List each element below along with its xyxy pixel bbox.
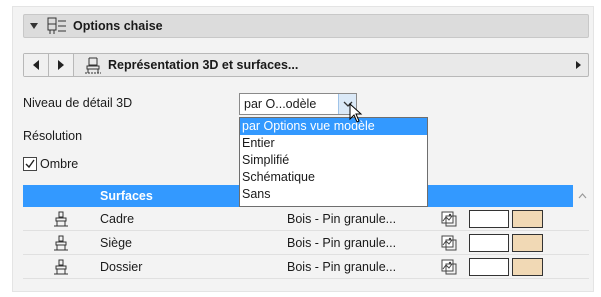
texture-map-icon[interactable] xyxy=(441,211,457,227)
surface-name: Dossier xyxy=(100,259,143,274)
surface-material[interactable]: Bois - Pin granule... xyxy=(287,212,396,226)
table-row[interactable]: Cadre Bois - Pin granule... xyxy=(23,207,589,231)
table-row[interactable]: Dossier Bois - Pin granule... xyxy=(23,255,589,279)
lod-option[interactable]: Entier xyxy=(240,135,427,152)
shadow-label: Ombre xyxy=(40,157,79,171)
lod-option[interactable]: par Options vue modèle xyxy=(240,118,427,135)
pen-color-swatch[interactable] xyxy=(469,258,509,276)
lod-label: Niveau de détail 3D xyxy=(23,96,133,110)
brush-icon xyxy=(54,211,68,227)
prev-page-button[interactable] xyxy=(24,54,49,76)
lod-option[interactable]: Simplifié xyxy=(240,152,427,169)
page-title: Représentation 3D et surfaces... xyxy=(108,58,299,72)
panel-header[interactable]: Options chaise xyxy=(23,14,589,38)
surface-name: Siège xyxy=(100,235,132,250)
pen-color-swatch[interactable] xyxy=(469,210,509,228)
shadow-checkbox-row[interactable]: Ombre xyxy=(23,157,78,171)
shadow-checkbox[interactable] xyxy=(23,157,37,171)
surface-color-swatch[interactable] xyxy=(512,234,543,252)
resolution-label: Résolution xyxy=(23,129,83,143)
chair-settings-icon xyxy=(47,17,66,34)
table-row[interactable]: Siège Bois - Pin granule... xyxy=(23,231,589,255)
lod-select[interactable]: par O...odèle xyxy=(239,93,357,115)
pen-color-swatch[interactable] xyxy=(469,234,509,252)
scroll-up-button[interactable] xyxy=(573,185,591,207)
texture-map-icon[interactable] xyxy=(441,235,457,251)
menu-arrow-icon xyxy=(575,61,581,69)
settings-panel: Options chaise Représentation 3D et surf… xyxy=(12,6,594,292)
surface-color-swatch[interactable] xyxy=(512,258,543,276)
lod-option[interactable]: Schématique xyxy=(240,169,427,186)
lod-option[interactable]: Sans xyxy=(240,186,427,203)
lod-select-value: par O...odèle xyxy=(244,97,317,111)
lod-dropdown-list: par Options vue modèle Entier Simplifié … xyxy=(239,117,428,207)
next-page-button[interactable] xyxy=(49,54,74,76)
page-menu-arrow[interactable] xyxy=(568,61,588,69)
chevron-up-icon xyxy=(578,193,586,199)
surface-material[interactable]: Bois - Pin granule... xyxy=(287,260,396,274)
surface-material[interactable]: Bois - Pin granule... xyxy=(287,236,396,250)
panel-title: Options chaise xyxy=(73,19,163,33)
brush-icon xyxy=(54,259,68,275)
arrow-left-icon xyxy=(33,60,39,70)
surface-name: Cadre xyxy=(100,211,135,226)
chair-3d-icon xyxy=(85,57,101,74)
surface-color-swatch[interactable] xyxy=(512,210,543,228)
brush-icon xyxy=(54,235,68,251)
page-selector[interactable]: Représentation 3D et surfaces... xyxy=(23,53,589,77)
arrow-right-icon xyxy=(58,60,64,70)
collapse-triangle-icon[interactable] xyxy=(30,23,38,29)
surfaces-column-header: Surfaces xyxy=(100,189,153,203)
mouse-cursor-icon xyxy=(349,103,363,123)
check-icon xyxy=(25,159,35,169)
texture-map-icon[interactable] xyxy=(441,259,457,275)
